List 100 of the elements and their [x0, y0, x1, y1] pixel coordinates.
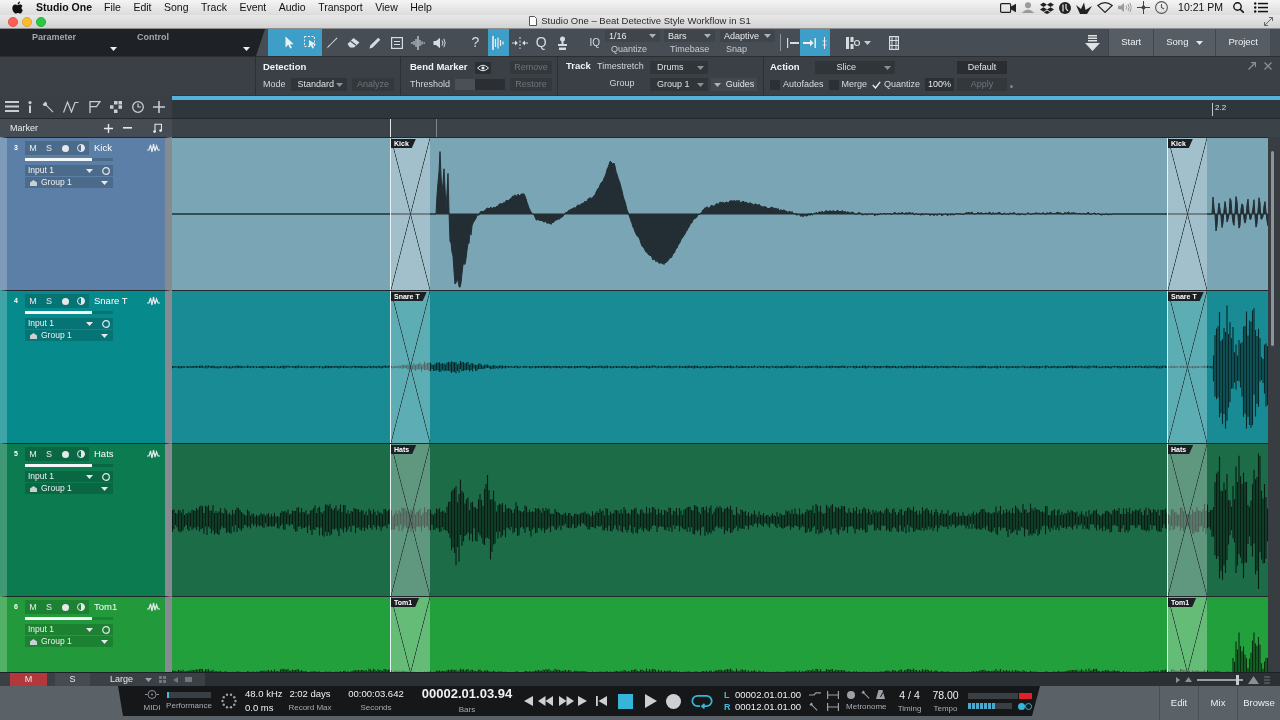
track-size-dropdown[interactable]: Large: [110, 674, 152, 685]
solo-button[interactable]: S: [41, 600, 57, 614]
solo-button[interactable]: S: [41, 294, 57, 308]
expand-arrows-icon[interactable]: [1264, 17, 1273, 26]
expand-arrow-icon[interactable]: [1248, 62, 1256, 70]
checker-icon[interactable]: [110, 100, 123, 113]
timebase-dropdown[interactable]: Bars: [664, 30, 716, 43]
solo-button[interactable]: S: [41, 447, 57, 461]
disc-icon[interactable]: [1059, 1, 1072, 14]
quantize-dropdown[interactable]: 1/16: [605, 30, 661, 43]
input-monitor-button[interactable]: [98, 165, 113, 176]
volume-slider[interactable]: [25, 617, 113, 620]
timestretch-dropdown[interactable]: Drums: [650, 61, 708, 74]
curve-icon[interactable]: [63, 100, 80, 113]
menu-item[interactable]: Edit: [133, 1, 152, 14]
close-icon[interactable]: [1264, 62, 1272, 70]
action-dropdown[interactable]: Slice: [814, 61, 895, 74]
bend-marker-mode-button[interactable]: [487, 29, 509, 56]
triangle-up-icon[interactable]: [1185, 677, 1192, 682]
waveform-icon[interactable]: [147, 449, 160, 459]
quantize-amount-field[interactable]: 100%: [925, 78, 955, 91]
control-selector[interactable]: Control: [122, 29, 257, 56]
volume-slider[interactable]: [25, 464, 113, 467]
solo-button[interactable]: S: [41, 141, 57, 155]
guides-button[interactable]: Guides: [711, 78, 757, 91]
metronome-icon[interactable]: [876, 690, 886, 700]
wrench-icon[interactable]: [809, 702, 819, 711]
app-menu[interactable]: Studio One: [36, 1, 92, 14]
plus-icon[interactable]: [104, 123, 113, 133]
plus-icon[interactable]: [152, 100, 165, 113]
menu-item[interactable]: Event: [239, 1, 267, 14]
mute-button[interactable]: M: [25, 294, 41, 308]
mute-button[interactable]: M: [25, 141, 41, 155]
parameter-selector[interactable]: Parameter: [0, 29, 122, 56]
footer-toggle-button[interactable]: S: [55, 673, 90, 686]
waveform-icon[interactable]: [147, 296, 160, 306]
scrollbar[interactable]: [1268, 137, 1280, 672]
volume-slider[interactable]: [25, 158, 113, 161]
toggle-icon[interactable]: [1017, 702, 1032, 710]
group-dropdown[interactable]: Group 1: [25, 177, 113, 188]
wrench-icon[interactable]: [861, 690, 871, 700]
crosshair-icon[interactable]: [1137, 1, 1151, 14]
monitor-button[interactable]: [73, 447, 89, 461]
eye-icon[interactable]: [474, 61, 491, 74]
page-tab[interactable]: Start: [1108, 29, 1154, 56]
forward-button[interactable]: [559, 696, 574, 706]
monitor-button[interactable]: [73, 600, 89, 614]
group-dropdown[interactable]: Group 1: [25, 636, 113, 647]
previous-marker-button[interactable]: [524, 696, 533, 706]
input-dropdown[interactable]: Input 1: [25, 318, 98, 329]
waveform-icon[interactable]: [147, 143, 160, 153]
mute-button[interactable]: M: [25, 600, 41, 614]
default-button[interactable]: Default: [957, 61, 1008, 74]
scrollbar-thumb[interactable]: [1271, 151, 1274, 346]
record-button[interactable]: [666, 693, 681, 709]
loop-button[interactable]: [691, 693, 713, 709]
close-button[interactable]: [8, 16, 18, 27]
menu-item[interactable]: File: [104, 1, 121, 14]
list-icon[interactable]: [1254, 2, 1268, 13]
snap-cursor-button[interactable]: [818, 29, 831, 56]
crown-icon[interactable]: [1076, 1, 1093, 14]
clock-icon[interactable]: [1155, 1, 1169, 14]
volume-slider[interactable]: [25, 311, 113, 314]
page-tab[interactable]: Song: [1153, 29, 1216, 56]
input-monitor-button[interactable]: [98, 318, 113, 329]
menu-item[interactable]: Track: [201, 1, 227, 14]
h-bracket-icon[interactable]: [827, 691, 840, 699]
flag-icon[interactable]: [88, 100, 101, 113]
help-button[interactable]: ?: [464, 29, 487, 56]
quantize-mode-button[interactable]: Q: [530, 29, 552, 56]
input-monitor-button[interactable]: [98, 471, 113, 482]
h-bracket-icon[interactable]: [827, 702, 840, 711]
menu-item[interactable]: View: [375, 1, 398, 14]
input-monitor-button[interactable]: [98, 624, 113, 635]
slider-thumb[interactable]: [1236, 674, 1240, 685]
page-tab[interactable]: Project: [1215, 29, 1270, 56]
mute-button[interactable]: M: [25, 447, 41, 461]
view-button[interactable]: Browse: [1237, 686, 1280, 720]
group-dropdown[interactable]: Group 1: [650, 78, 708, 91]
view-button[interactable]: Edit: [1159, 686, 1198, 720]
menu-item[interactable]: Transport: [318, 1, 363, 14]
snap-dropdown[interactable]: Adaptive: [720, 30, 776, 43]
threshold-slider[interactable]: [455, 79, 505, 90]
dot-icon[interactable]: [847, 690, 856, 699]
menu-item[interactable]: Help: [410, 1, 432, 14]
arrow-tool-button[interactable]: [268, 29, 300, 56]
play-button[interactable]: [645, 694, 657, 708]
iq-button[interactable]: IQ: [589, 36, 601, 49]
stop-button[interactable]: [618, 693, 633, 709]
waveform-icon[interactable]: [147, 602, 160, 612]
menu-item[interactable]: Audio: [278, 1, 306, 14]
footer-toggle-button[interactable]: M: [10, 673, 47, 686]
range-tool-button[interactable]: [300, 29, 322, 56]
triangle-right-icon[interactable]: [1176, 676, 1180, 683]
input-dropdown[interactable]: Input 1: [25, 165, 98, 176]
monitor-button[interactable]: [73, 294, 89, 308]
apple-icon[interactable]: [12, 1, 23, 14]
next-marker-button[interactable]: [578, 696, 587, 706]
bars-circle-icon[interactable]: [846, 36, 861, 49]
film-icon[interactable]: [889, 35, 900, 50]
